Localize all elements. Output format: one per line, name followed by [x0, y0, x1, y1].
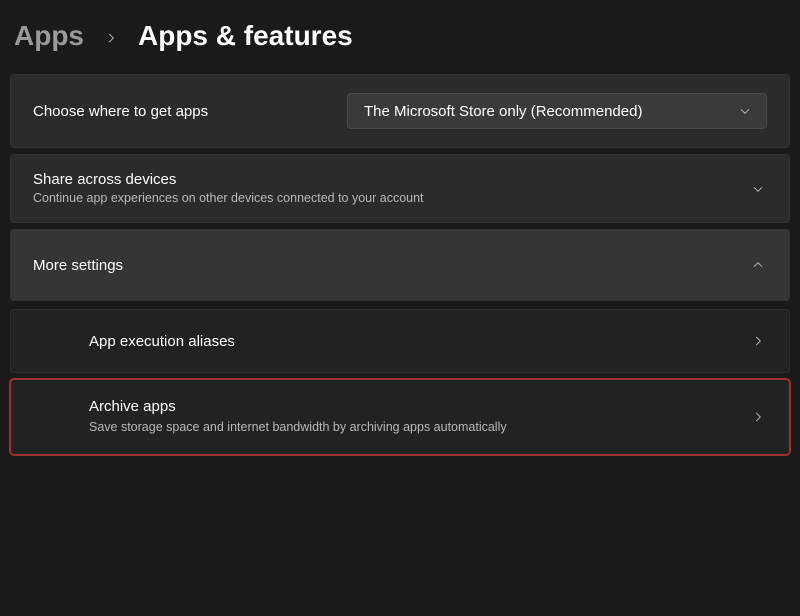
chevron-down-icon	[749, 180, 767, 198]
app-execution-aliases-title: App execution aliases	[89, 333, 235, 350]
choose-apps-label: Choose where to get apps	[33, 103, 208, 120]
chevron-down-icon	[736, 102, 754, 120]
chevron-right-icon	[749, 408, 767, 426]
breadcrumb-parent[interactable]: Apps	[14, 20, 84, 52]
more-settings-card[interactable]: More settings	[10, 229, 790, 301]
archive-apps-title: Archive apps	[89, 398, 507, 415]
share-devices-subtitle: Continue app experiences on other device…	[33, 190, 424, 206]
chevron-right-icon	[102, 29, 120, 47]
breadcrumb: Apps Apps & features	[10, 16, 790, 74]
app-execution-aliases-item[interactable]: App execution aliases	[10, 309, 790, 373]
chevron-up-icon	[749, 256, 767, 274]
choose-apps-source-card: Choose where to get apps The Microsoft S…	[10, 74, 790, 148]
more-settings-label: More settings	[33, 257, 123, 274]
more-settings-items: App execution aliases Archive apps Save …	[10, 307, 790, 454]
apps-source-dropdown[interactable]: The Microsoft Store only (Recommended)	[347, 93, 767, 129]
breadcrumb-current: Apps & features	[138, 20, 353, 52]
archive-apps-item[interactable]: Archive apps Save storage space and inte…	[10, 379, 790, 454]
apps-source-selected: The Microsoft Store only (Recommended)	[364, 103, 642, 120]
archive-apps-subtitle: Save storage space and internet bandwidt…	[89, 419, 507, 435]
share-across-devices-card[interactable]: Share across devices Continue app experi…	[10, 154, 790, 223]
share-devices-title: Share across devices	[33, 171, 424, 188]
chevron-right-icon	[749, 332, 767, 350]
